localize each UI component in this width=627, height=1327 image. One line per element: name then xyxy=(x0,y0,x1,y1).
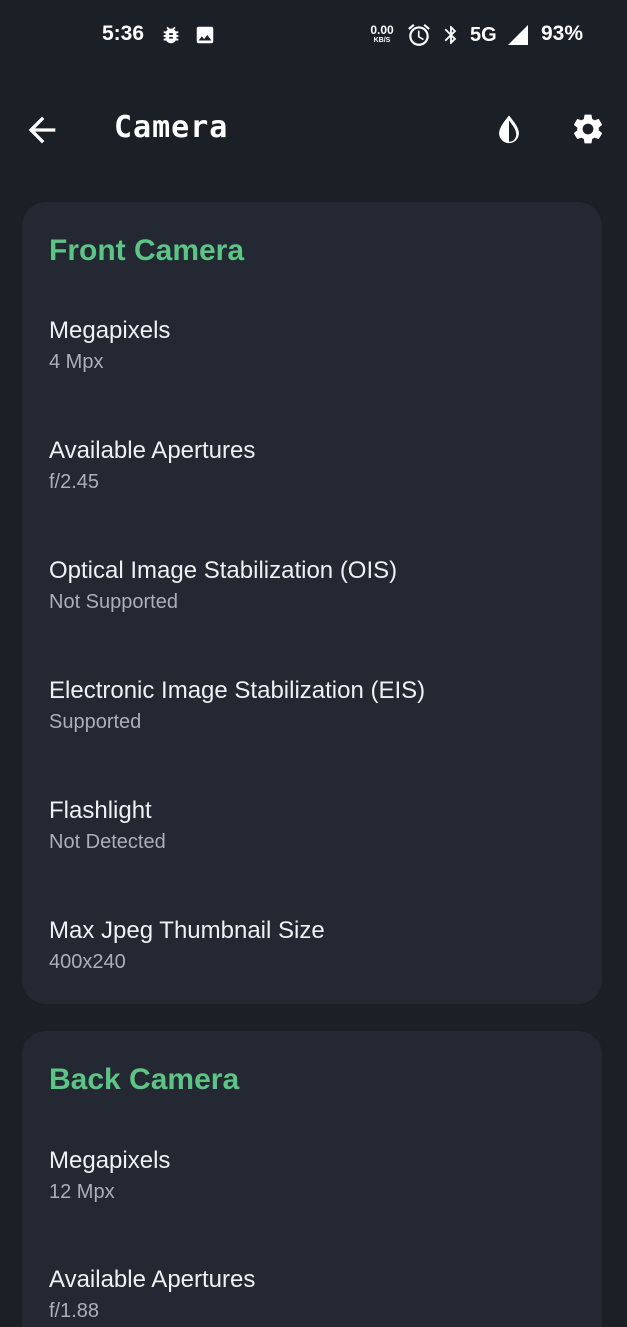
item-label: Max Jpeg Thumbnail Size xyxy=(49,917,325,944)
network-speed-unit: KB/S xyxy=(373,37,391,44)
section-title-back-camera: Back Camera xyxy=(49,1063,240,1096)
item-value: 400x240 xyxy=(49,951,126,973)
item-label: Available Apertures xyxy=(49,1266,256,1293)
item-label: Megapixels xyxy=(49,317,171,344)
list-item-megapixels[interactable]: Megapixels 4 Mpx xyxy=(49,316,589,375)
item-label: Megapixels xyxy=(49,1147,171,1174)
image-icon xyxy=(196,26,214,44)
page-title: Camera xyxy=(114,110,229,145)
bluetooth-icon xyxy=(444,25,457,45)
item-value: f/1.88 xyxy=(49,1300,100,1322)
item-label: Flashlight xyxy=(49,797,152,824)
list-item-max-jpeg-thumbnail-size[interactable]: Max Jpeg Thumbnail Size 400x240 xyxy=(49,916,589,975)
network-speed-value: 0.00 xyxy=(370,23,394,37)
item-value: f/2.45 xyxy=(49,471,100,493)
item-label: Available Apertures xyxy=(49,437,256,464)
list-item-flashlight[interactable]: Flashlight Not Detected xyxy=(49,796,589,855)
item-value: Not Supported xyxy=(49,591,178,613)
status-time: 5:36 xyxy=(102,22,145,45)
list-item-megapixels[interactable]: Megapixels 12 Mpx xyxy=(49,1146,589,1205)
gear-icon[interactable] xyxy=(570,111,606,147)
list-item-available-apertures[interactable]: Available Apertures f/2.45 xyxy=(49,436,589,495)
battery-percent: 93% xyxy=(541,22,584,45)
list-item-available-apertures[interactable]: Available Apertures f/1.88 xyxy=(49,1265,589,1324)
network-speed: 0.00 KB/S xyxy=(366,24,398,44)
section-title-front-camera: Front Camera xyxy=(49,234,245,267)
item-value: 4 Mpx xyxy=(49,351,104,373)
back-arrow-icon[interactable] xyxy=(22,110,62,150)
item-value: 12 Mpx xyxy=(49,1181,115,1203)
front-camera-card: Front Camera Megapixels 4 Mpx Available … xyxy=(22,202,602,1004)
item-label: Electronic Image Stabilization (EIS) xyxy=(49,677,426,704)
contrast-icon[interactable] xyxy=(492,112,526,146)
status-bar: 5:36 0.00 KB/S 5G 93% xyxy=(0,0,627,72)
list-item-ois[interactable]: Optical Image Stabilization (OIS) Not Su… xyxy=(49,556,589,615)
item-value: Not Detected xyxy=(49,831,166,853)
app-bar: Camera xyxy=(0,90,627,170)
bug-icon xyxy=(163,26,179,44)
network-type: 5G xyxy=(470,24,497,46)
alarm-icon xyxy=(408,24,430,46)
back-camera-card: Back Camera Megapixels 12 Mpx Available … xyxy=(22,1031,602,1327)
item-label: Optical Image Stabilization (OIS) xyxy=(49,557,398,584)
signal-icon xyxy=(508,25,528,45)
item-value: Supported xyxy=(49,711,142,733)
list-item-eis[interactable]: Electronic Image Stabilization (EIS) Sup… xyxy=(49,676,589,735)
